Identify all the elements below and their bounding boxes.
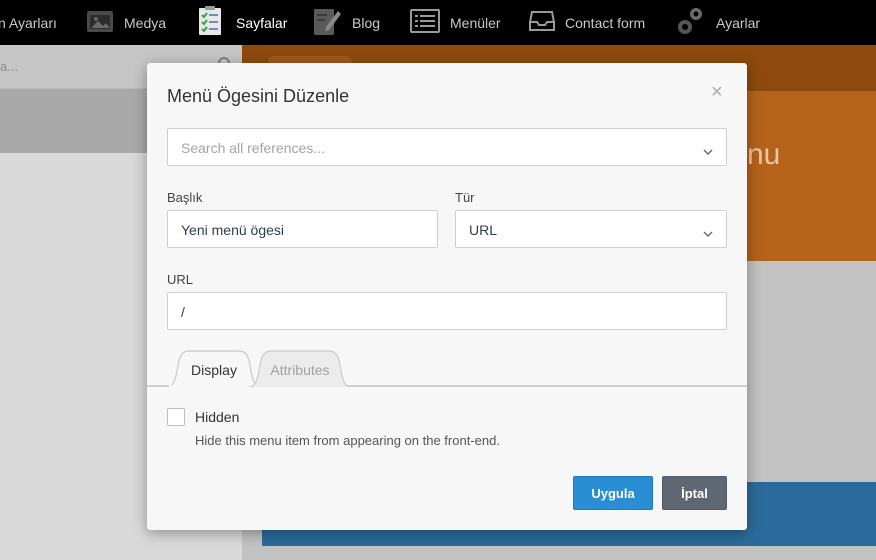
nav-item-media[interactable]: Medya <box>86 0 166 45</box>
title-input-value: Yeni menü ögesi <box>181 222 285 238</box>
apply-button[interactable]: Uygula <box>573 476 653 510</box>
tab-attributes[interactable]: Attributes <box>249 349 351 387</box>
nav-item-menus[interactable]: Menüler <box>410 0 501 45</box>
hidden-help-text: Hide this menu item from appearing on th… <box>195 433 500 448</box>
url-field-label: URL <box>167 272 194 287</box>
pages-icon <box>196 5 226 40</box>
nav-item-label: Contact form <box>565 14 646 31</box>
title-field-label: Başlık <box>167 190 203 205</box>
chevron-down-icon <box>703 143 713 161</box>
hidden-checkbox-label: Hidden <box>195 409 240 425</box>
nav-item-label: n Ayarları <box>0 14 57 31</box>
nav-item-settings[interactable]: Ayarlar <box>676 0 760 45</box>
nav-item-label: Medya <box>124 14 167 31</box>
reference-search-placeholder: Search all references... <box>181 140 325 156</box>
media-icon <box>86 8 114 37</box>
cancel-button[interactable]: İptal <box>662 476 727 510</box>
edit-menu-item-dialog: Menü Ögesini Düzenle × Search all refere… <box>147 63 747 530</box>
nav-item-label: Ayarlar <box>716 14 761 31</box>
content-hero-heading: nu <box>747 138 781 171</box>
url-input[interactable]: / <box>167 292 727 330</box>
nav-item-blog[interactable]: Blog <box>312 0 380 45</box>
nav-item-contact-form[interactable]: Contact form <box>529 0 645 45</box>
type-select[interactable]: URL <box>455 210 727 248</box>
close-icon[interactable]: × <box>711 81 723 104</box>
nav-item-settings-partial[interactable]: n Ayarları <box>0 0 57 45</box>
nav-item-label: Menüler <box>450 14 501 31</box>
blog-icon <box>312 5 342 40</box>
gears-icon <box>676 5 706 40</box>
nav-item-label: Blog <box>352 14 381 31</box>
sidebar-search-placeholder: a... <box>0 59 19 74</box>
url-input-value: / <box>181 304 185 320</box>
dialog-title: Menü Ögesini Düzenle <box>167 86 350 106</box>
tab-attributes-label: Attributes <box>270 362 330 378</box>
menus-icon <box>410 8 440 37</box>
inbox-icon <box>529 9 555 36</box>
nav-item-pages[interactable]: Sayfalar <box>196 0 287 45</box>
reference-search-select[interactable]: Search all references... <box>167 128 727 166</box>
hidden-checkbox[interactable] <box>167 408 185 426</box>
type-field-label: Tür <box>455 190 475 205</box>
type-select-value: URL <box>469 222 498 238</box>
tab-display-label: Display <box>191 362 237 378</box>
tab-display[interactable]: Display <box>167 349 261 387</box>
chevron-down-icon <box>703 225 713 243</box>
title-input[interactable]: Yeni menü ögesi <box>167 210 438 248</box>
nav-item-label: Sayfalar <box>236 14 288 31</box>
top-navigation: n Ayarları Medya Sayfalar Blog Menüler C… <box>0 0 876 45</box>
